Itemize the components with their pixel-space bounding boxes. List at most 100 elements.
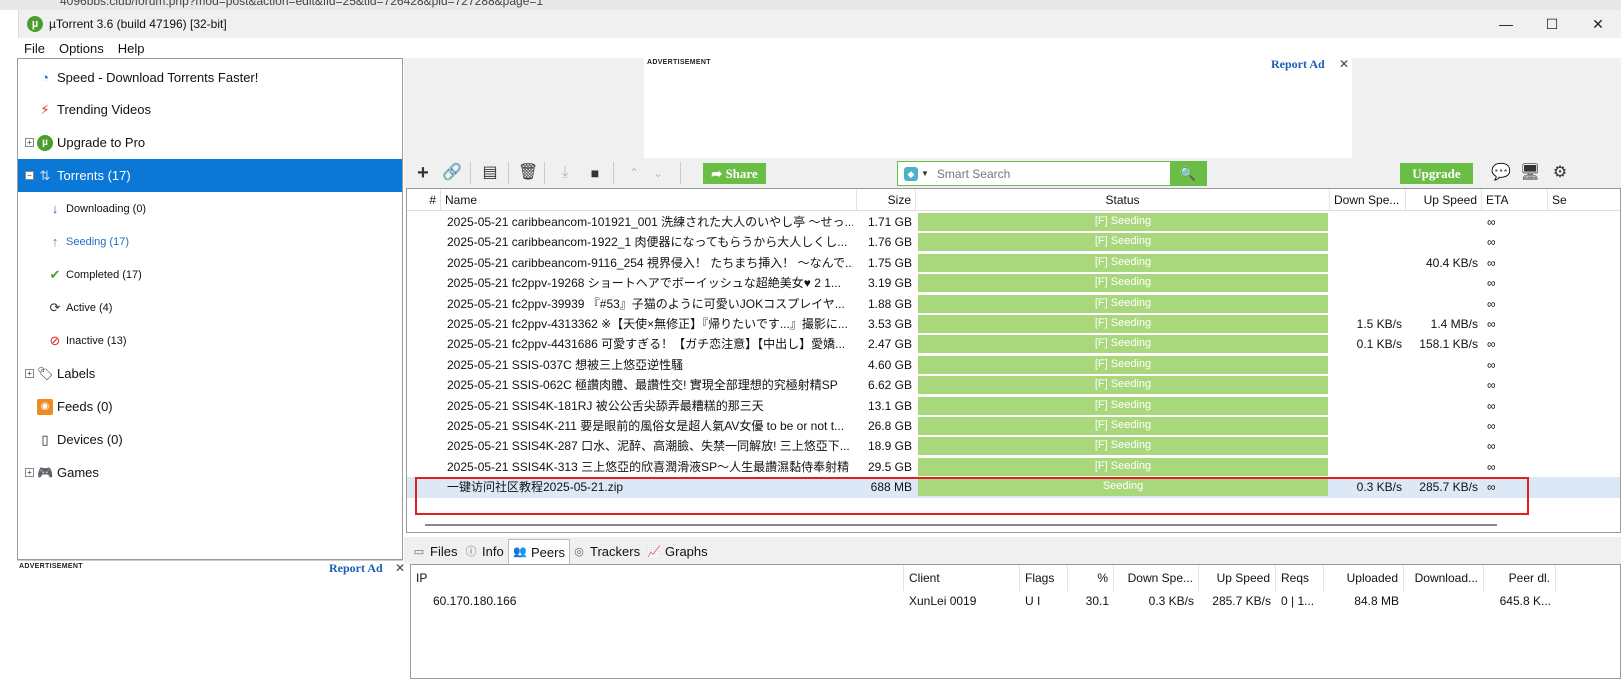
col-up-speed[interactable]: Up Speed bbox=[1406, 189, 1482, 211]
ad-close-icon[interactable]: ✕ bbox=[1339, 57, 1349, 71]
report-ad-link[interactable]: Report Ad bbox=[1271, 57, 1325, 72]
horizontal-scrollbar[interactable] bbox=[425, 524, 1497, 526]
table-row[interactable]: 2025-05-21 SSIS4K-313 三上悠亞的欣喜潤滑液SP～人生最讚濕… bbox=[407, 457, 1620, 477]
table-row[interactable]: 2025-05-21 SSIS-037C 想被三上悠亞逆性騷 4.60 GB ∞ [F… bbox=[407, 355, 1620, 375]
tab-info[interactable]: ⓘ Info bbox=[464, 539, 504, 564]
tab-files[interactable]: ▭ Files bbox=[412, 539, 458, 564]
torrent-name: 2025-05-21 fc2ppv-19268 ショートヘアでボーイッシュな超絶… bbox=[447, 276, 841, 291]
col-eta[interactable]: ETA bbox=[1482, 189, 1548, 211]
expand-icon[interactable]: + bbox=[25, 468, 34, 477]
torrent-size: 1.88 GB bbox=[867, 296, 912, 311]
col-peer-up[interactable]: Up Speed bbox=[1199, 565, 1276, 591]
peer-client: XunLei 0019 bbox=[909, 594, 977, 608]
search-input[interactable] bbox=[936, 166, 1165, 181]
tab-graphs[interactable]: 📈 Graphs bbox=[647, 539, 708, 564]
table-row[interactable]: 2025-05-21 SSIS4K-181RJ 被公公舌尖舔弄最糟糕的那三天 13… bbox=[407, 396, 1620, 416]
create-torrent-icon[interactable]: ▤ bbox=[480, 163, 500, 183]
col-size[interactable]: Size bbox=[857, 189, 916, 211]
sidebar-item-downloading[interactable]: ↓ Downloading (0) bbox=[18, 192, 402, 225]
status-progress: [F] Seeding bbox=[918, 355, 1328, 374]
col-peer-dl[interactable]: Peer dl. bbox=[1484, 565, 1556, 591]
add-torrent-icon[interactable]: + bbox=[413, 163, 433, 183]
collapse-icon[interactable]: − bbox=[25, 171, 34, 180]
add-link-icon[interactable]: 🔗 bbox=[442, 163, 462, 183]
col-reqs[interactable]: Reqs bbox=[1276, 565, 1324, 591]
expand-icon[interactable]: + bbox=[25, 369, 34, 378]
sidebar-item-feeds[interactable]: ◉ Feeds (0) bbox=[18, 390, 402, 423]
table-row[interactable]: 2025-05-21 caribbeancom-9116_254 視界侵入！ た… bbox=[407, 253, 1620, 273]
col-client[interactable]: Client bbox=[904, 565, 1020, 591]
col-uploaded[interactable]: Uploaded bbox=[1324, 565, 1404, 591]
tab-trackers[interactable]: ◎ Trackers bbox=[572, 539, 640, 564]
chevron-down-icon[interactable]: ▼ bbox=[921, 169, 929, 178]
search-button[interactable]: 🔍 bbox=[1170, 162, 1206, 185]
torrent-down-speed bbox=[1330, 436, 1402, 456]
top-ad: ADVERTISEMENT Report Ad ✕ bbox=[644, 57, 1352, 158]
table-row[interactable]: 2025-05-21 SSIS4K-211 要是眼前的風俗女是超人氣AV女優 t… bbox=[407, 416, 1620, 436]
status-progress: [F] Seeding bbox=[918, 213, 1328, 231]
close-button[interactable]: ✕ bbox=[1575, 10, 1621, 38]
menu-options[interactable]: Options bbox=[59, 41, 104, 56]
table-row[interactable]: 2025-05-21 SSIS4K-287 口水、泥醉、高潮臉、失禁一同解放! … bbox=[407, 436, 1620, 456]
tab-peers[interactable]: 👥 Peers bbox=[508, 539, 570, 564]
table-row[interactable]: 2025-05-21 fc2ppv-19268 ショートヘアでボーイッシュな超絶… bbox=[407, 273, 1620, 293]
sidebar-item-trending[interactable]: ⚡ Trending Videos bbox=[18, 93, 402, 126]
sidebar-item-devices[interactable]: ▯ Devices (0) bbox=[18, 423, 402, 456]
torrent-down-speed bbox=[1330, 232, 1402, 252]
col-peer-down[interactable]: Down Spe... bbox=[1114, 565, 1199, 591]
sidebar-item-inactive[interactable]: ⊘ Inactive (13) bbox=[18, 324, 402, 357]
upgrade-button[interactable]: Upgrade bbox=[1400, 163, 1473, 184]
sidebar-item-completed[interactable]: ✔ Completed (17) bbox=[18, 258, 402, 291]
chat-icon[interactable]: 💬 bbox=[1491, 163, 1511, 183]
status-progress: [F] Seeding bbox=[918, 274, 1328, 293]
torrent-name: 2025-05-21 SSIS4K-287 口水、泥醉、高潮臉、失禁一同解放! … bbox=[447, 439, 850, 454]
title-bar: µ µTorrent 3.6 (build 47196) [32-bit] — … bbox=[18, 10, 1621, 38]
sidebar-item-active[interactable]: ⟳ Active (4) bbox=[18, 291, 402, 324]
col-num[interactable]: # bbox=[407, 189, 441, 211]
table-row[interactable]: 2025-05-21 fc2ppv-4431686 可愛すぎる！【ガチ恋注意】【… bbox=[407, 334, 1620, 354]
status-progress: [F] Seeding bbox=[918, 417, 1328, 435]
table-row[interactable]: 2025-05-21 fc2ppv-4313362 ※【天使×無修正】『帰りたい… bbox=[407, 314, 1620, 334]
move-up-icon[interactable]: ⌃ bbox=[624, 163, 644, 183]
remote-icon[interactable]: 🖥 bbox=[1520, 163, 1540, 183]
sidebar-item-label: Completed (17) bbox=[66, 268, 142, 281]
col-seeds[interactable]: Se bbox=[1548, 189, 1620, 211]
expand-icon[interactable]: + bbox=[25, 138, 34, 147]
torrent-up-speed: 40.4 KB/s bbox=[1425, 255, 1478, 270]
col-ip[interactable]: IP bbox=[411, 565, 904, 591]
sidebar-item-label: Torrents (17) bbox=[57, 168, 131, 183]
gear-icon[interactable]: ⚙ bbox=[1550, 163, 1570, 183]
col-downloaded[interactable]: Download... bbox=[1404, 565, 1484, 591]
col-flags[interactable]: Flags bbox=[1020, 565, 1068, 591]
sidebar-item-seeding[interactable]: ↑ Seeding (17) bbox=[18, 225, 402, 258]
sidebar-item-upgrade[interactable]: + µ Upgrade to Pro bbox=[18, 126, 402, 159]
utorrent-logo-icon: µ bbox=[27, 16, 43, 32]
maximize-button[interactable]: ☐ bbox=[1529, 10, 1575, 38]
trash-icon[interactable]: 🗑 bbox=[518, 163, 538, 183]
col-status[interactable]: Status bbox=[916, 189, 1330, 211]
sidebar-item-label: Labels bbox=[57, 366, 96, 381]
menu-help[interactable]: Help bbox=[118, 41, 145, 56]
share-button[interactable]: ➦ Share bbox=[703, 163, 766, 184]
report-ad-link[interactable]: Report Ad bbox=[329, 561, 383, 576]
col-name[interactable]: Name bbox=[441, 189, 857, 211]
peer-row[interactable]: 60.170.180.166 XunLei 0019 U I 30.1 0.3 … bbox=[411, 591, 1621, 611]
stop-icon[interactable]: ■ bbox=[585, 163, 605, 183]
sidebar-item-games[interactable]: + 🎮 Games bbox=[18, 456, 402, 489]
menu-file[interactable]: File bbox=[24, 41, 45, 56]
table-row[interactable]: 2025-05-21 SSIS-062C 極讚肉體、最讚性交! 實現全部理想的究… bbox=[407, 375, 1620, 395]
tab-label: Info bbox=[482, 544, 504, 559]
table-row[interactable]: 2025-05-21 caribbeancom-101921_001 洗練された… bbox=[407, 212, 1620, 232]
table-row[interactable]: 2025-05-21 fc2ppv-39939 『#53』子猫のように可愛いJO… bbox=[407, 294, 1620, 314]
col-down-speed[interactable]: Down Spe... bbox=[1330, 189, 1406, 211]
move-down-icon[interactable]: ⌄ bbox=[648, 163, 668, 183]
torrent-up-speed bbox=[1406, 457, 1478, 477]
table-row[interactable]: 2025-05-21 caribbeancom-1922_1 肉便器になってもら… bbox=[407, 232, 1620, 252]
sidebar-item-labels[interactable]: + 🏷 Labels bbox=[18, 357, 402, 390]
sidebar-item-torrents[interactable]: − ⇅ Torrents (17) bbox=[18, 159, 402, 192]
sidebar-item-speed[interactable]: ◔ Speed - Download Torrents Faster! bbox=[18, 61, 402, 94]
torrent-eta: ∞ bbox=[1487, 378, 1496, 393]
col-percent[interactable]: % bbox=[1068, 565, 1114, 591]
download-icon[interactable]: ⤓ bbox=[555, 163, 575, 183]
minimize-button[interactable]: — bbox=[1483, 10, 1529, 38]
